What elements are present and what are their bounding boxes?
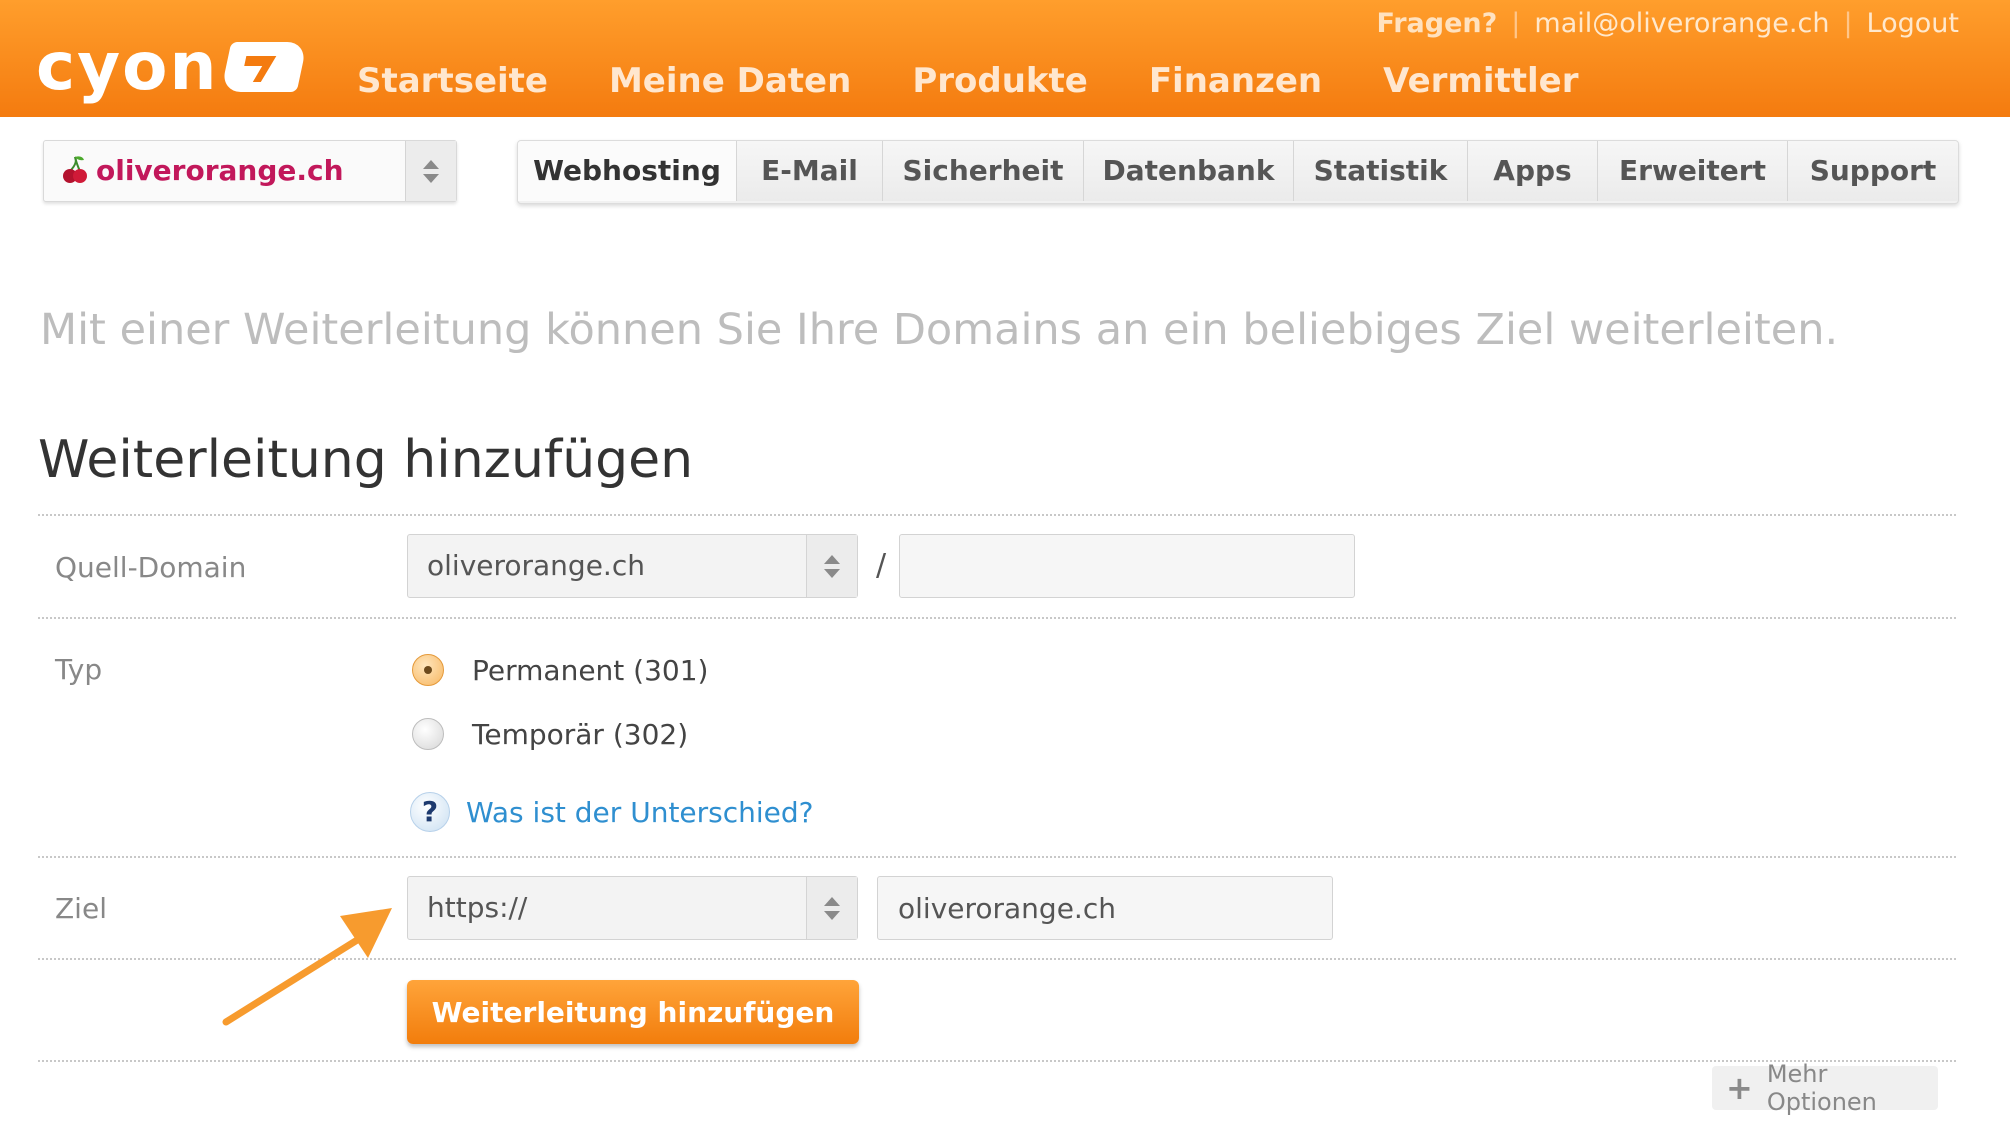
separator: | — [1843, 8, 1853, 39]
tab-statistik[interactable]: Statistik — [1294, 141, 1468, 201]
path-separator: / — [876, 548, 887, 583]
radio-temporary-label[interactable]: Temporär (302) — [472, 718, 688, 751]
domain-select[interactable]: oliverorange.ch — [43, 140, 457, 202]
target-label: Ziel — [55, 892, 107, 925]
cyon-logo[interactable]: cyon — [36, 28, 308, 105]
radio-checked-icon[interactable] — [412, 654, 444, 686]
tab-webhosting[interactable]: Webhosting — [518, 141, 737, 201]
target-protocol-value: https:// — [427, 891, 528, 924]
more-options-button[interactable]: + Mehr Optionen — [1712, 1060, 1938, 1116]
tab-sicherheit[interactable]: Sicherheit — [883, 141, 1084, 201]
tab-datenbank[interactable]: Datenbank — [1084, 141, 1294, 201]
radio-temporary[interactable]: Temporär (302) — [412, 714, 688, 754]
page-title: Weiterleitung hinzufügen — [38, 430, 694, 490]
nav-vermittler[interactable]: Vermittler — [1383, 56, 1578, 106]
main-nav: Startseite Meine Daten Produkte Finanzen… — [357, 56, 1639, 106]
radio-unchecked-icon[interactable] — [412, 718, 444, 750]
more-options-label: Mehr Optionen — [1766, 1060, 1877, 1116]
select-arrows-icon[interactable] — [806, 877, 857, 939]
add-redirect-button[interactable]: Weiterleitung hinzufügen — [407, 980, 859, 1044]
nav-produkte[interactable]: Produkte — [912, 56, 1088, 106]
help-link[interactable]: Fragen? — [1377, 6, 1498, 42]
question-icon: ? — [410, 792, 450, 832]
plus-icon: + — [1726, 1069, 1753, 1107]
target-protocol-select[interactable]: https:// — [407, 876, 858, 940]
target-host-input[interactable] — [877, 876, 1333, 940]
divider — [38, 617, 1956, 619]
header: cyon Fragen? | mail@oliverorange.ch | Lo… — [0, 0, 2010, 117]
domain-select-value: oliverorange.ch — [96, 154, 344, 187]
tab-support[interactable]: Support — [1788, 141, 1958, 201]
intro-text: Mit einer Weiterleitung können Sie Ihre … — [40, 305, 1839, 355]
type-label: Typ — [55, 653, 103, 686]
help-row: ? Was ist der Unterschied? — [410, 790, 814, 834]
nav-startseite[interactable]: Startseite — [357, 56, 548, 106]
source-domain-select[interactable]: oliverorange.ch — [407, 534, 858, 598]
annotation-arrow-icon — [222, 908, 392, 1026]
divider — [38, 514, 1956, 516]
nav-meine-daten[interactable]: Meine Daten — [609, 56, 851, 106]
source-domain-value: oliverorange.ch — [427, 549, 645, 582]
tab-erweitert[interactable]: Erweitert — [1598, 141, 1788, 201]
select-arrows-icon[interactable] — [806, 535, 857, 597]
separator: | — [1511, 8, 1521, 39]
divider — [38, 856, 1956, 858]
source-path-input[interactable] — [899, 534, 1355, 598]
tab-email[interactable]: E-Mail — [737, 141, 883, 201]
divider — [38, 1060, 1956, 1062]
select-arrows-icon[interactable] — [405, 141, 456, 201]
nav-finanzen[interactable]: Finanzen — [1149, 56, 1322, 106]
radio-permanent[interactable]: Permanent (301) — [412, 650, 708, 690]
tab-apps[interactable]: Apps — [1468, 141, 1598, 201]
logout-link[interactable]: Logout — [1867, 6, 1959, 42]
source-domain-label: Quell-Domain — [55, 551, 247, 584]
account-email-link[interactable]: mail@oliverorange.ch — [1534, 6, 1829, 42]
cherry-icon — [62, 155, 88, 189]
top-links: Fragen? | mail@oliverorange.ch | Logout — [1377, 6, 1960, 42]
radio-permanent-label[interactable]: Permanent (301) — [472, 654, 708, 687]
section-tabs: Webhosting E-Mail Sicherheit Datenbank S… — [517, 140, 1959, 204]
difference-help-link[interactable]: Was ist der Unterschied? — [466, 796, 814, 829]
logo-mark-icon — [221, 42, 308, 92]
logo-text: cyon — [36, 28, 219, 105]
